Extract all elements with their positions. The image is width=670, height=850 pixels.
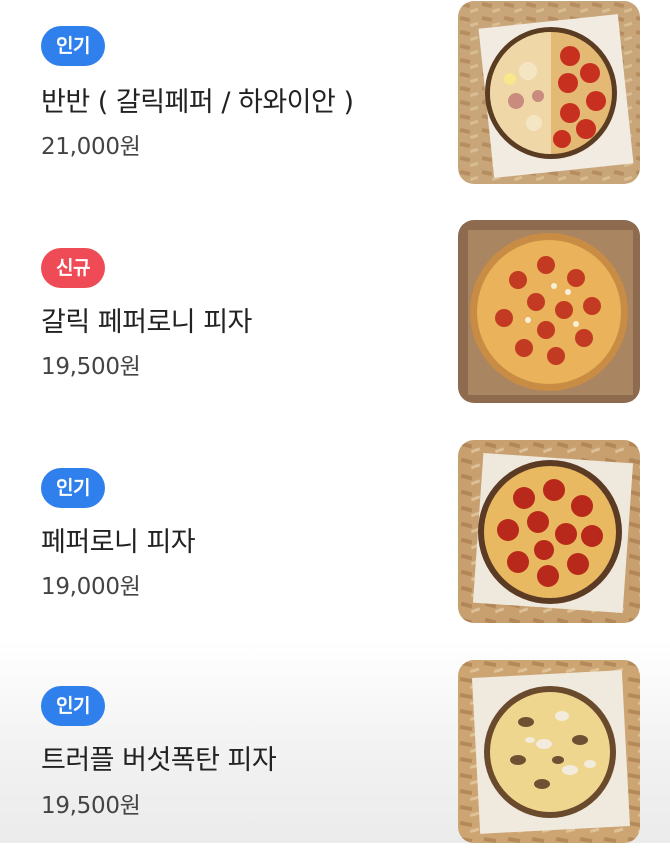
popular-badge: 인기 [41, 26, 105, 66]
menu-item-name: 반반 ( 갈릭페퍼 / 하와이안 ) [41, 87, 354, 118]
pizza-half-half-photo [458, 1, 640, 184]
menu-item-name: 페퍼로니 피자 [41, 527, 196, 558]
menu-item-pepperoni[interactable]: 인기 페퍼로니 피자 19,000원 [0, 440, 670, 630]
popular-badge: 인기 [41, 468, 105, 508]
garlic-pepperoni-pizza-photo [458, 220, 640, 403]
menu-item-price: 19,500원 [41, 354, 141, 380]
menu-item-name: 갈릭 페퍼로니 피자 [41, 307, 252, 338]
menu-item-half-half[interactable]: 인기 반반 ( 갈릭페퍼 / 하와이안 ) 21,000원 [0, 0, 670, 190]
popular-badge: 인기 [41, 686, 105, 726]
menu-item-truffle-mushroom[interactable]: 인기 트러플 버섯폭탄 피자 19,500원 [0, 660, 670, 850]
pepperoni-pizza-photo [458, 440, 640, 623]
truffle-mushroom-pizza-photo [458, 660, 640, 843]
menu-item-price: 21,000원 [41, 134, 141, 160]
menu-item-price: 19,000원 [41, 574, 141, 600]
menu-item-garlic-pepperoni[interactable]: 신규 갈릭 페퍼로니 피자 19,500원 [0, 220, 670, 410]
menu-item-name: 트러플 버섯폭탄 피자 [41, 745, 277, 776]
menu-item-price: 19,500원 [41, 793, 141, 819]
menu-list: 인기 반반 ( 갈릭페퍼 / 하와이안 ) 21,000원 신규 갈릭 페퍼로니… [0, 0, 670, 843]
new-badge: 신규 [41, 248, 105, 288]
